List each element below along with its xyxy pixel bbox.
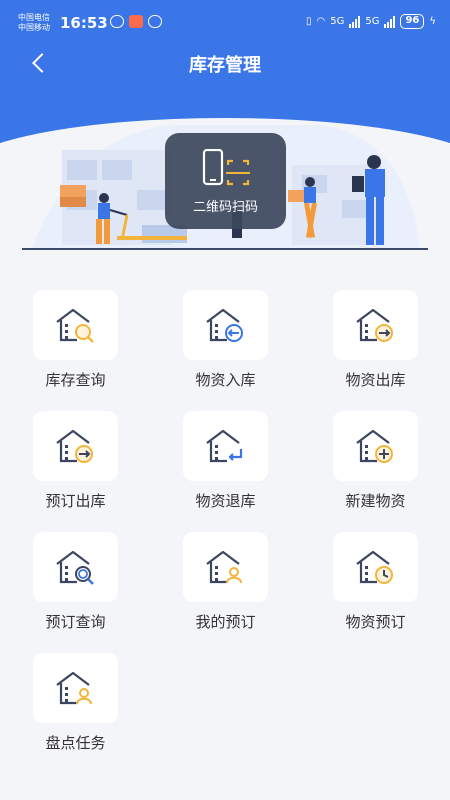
status-bar: 中国电信 中国移动 16:53 ▯ ◠ 5G 5G 96 ϟ <box>0 0 450 44</box>
menu-item-inventory-task[interactable]: 盘点任务 <box>20 653 140 753</box>
status-time: 16:53 <box>60 14 108 32</box>
warehouse-return-icon <box>206 429 243 463</box>
menu-item-label: 物资入库 <box>195 371 256 389</box>
carrier-line-1: 中国电信 <box>18 13 50 22</box>
menu-item-card[interactable] <box>333 532 418 602</box>
material-reserve-icon <box>356 550 393 584</box>
warehouse-outbound-icon <box>356 308 393 342</box>
qr-scan-label: 二维码扫码 <box>192 200 258 215</box>
my-reservation-icon <box>206 550 242 584</box>
menu-item-material-return[interactable]: 物资退库 <box>170 411 290 511</box>
menu-item-stock-query[interactable]: 库存查询 <box>20 290 140 390</box>
reserve-outbound-icon <box>56 429 93 463</box>
menu-item-material-reserve[interactable]: 物资预订 <box>320 532 440 632</box>
menu-item-card[interactable] <box>33 290 118 360</box>
menu-item-label: 物资出库 <box>345 371 406 389</box>
menu-item-card[interactable] <box>183 290 268 360</box>
network-5g-1: 5G <box>330 16 345 27</box>
warehouse-inbound-icon <box>206 308 243 342</box>
menu-item-reserve-outbound[interactable]: 预订出库 <box>20 411 140 511</box>
menu-item-card[interactable] <box>33 411 118 481</box>
vibrate-icon: ▯ <box>305 16 312 27</box>
charging-icon: ϟ <box>429 16 436 27</box>
menu-item-material-outbound[interactable]: 物资出库 <box>320 290 440 390</box>
menu-item-label: 我的预订 <box>195 613 256 631</box>
nav-bar: 库存管理 <box>0 44 450 80</box>
menu-item-card[interactable] <box>183 532 268 602</box>
menu-item-label: 预订查询 <box>45 613 106 631</box>
menu-item-label: 库存查询 <box>45 371 106 389</box>
menu-item-card[interactable] <box>183 411 268 481</box>
menu-item-new-material[interactable]: 新建物资 <box>320 411 440 511</box>
page-title: 库存管理 <box>189 55 261 76</box>
menu-item-card[interactable] <box>33 653 118 723</box>
wifi-icon: ◠ <box>316 16 326 27</box>
menu-item-my-reservation[interactable]: 我的预订 <box>170 532 290 632</box>
warehouse-add-icon <box>356 429 393 463</box>
menu-item-label: 物资退库 <box>195 492 256 510</box>
menu-item-reserve-query[interactable]: 预订查询 <box>20 532 140 632</box>
menu-item-label: 物资预订 <box>345 613 406 631</box>
eye-icon <box>110 15 124 28</box>
menu-item-card[interactable] <box>333 290 418 360</box>
wechat-icon <box>148 15 162 28</box>
signal-icon-2 <box>384 15 396 28</box>
qr-scan-button[interactable]: 二维码扫码 <box>165 133 286 229</box>
menu-item-card[interactable] <box>333 411 418 481</box>
network-5g-2: 5G <box>365 16 380 27</box>
heart-app-icon <box>129 15 143 28</box>
inventory-task-icon <box>56 671 92 705</box>
reserve-search-icon <box>56 550 94 585</box>
signal-icon-1 <box>349 15 361 28</box>
menu-item-label: 新建物资 <box>345 492 406 510</box>
menu-item-label: 盘点任务 <box>45 734 106 752</box>
menu-item-card[interactable] <box>33 532 118 602</box>
phone-scan-icon <box>202 149 250 186</box>
carrier-line-2: 中国移动 <box>18 23 50 32</box>
battery-icon: 96 <box>400 14 425 29</box>
warehouse-search-icon <box>56 308 94 343</box>
carrier-info: 中国电信 中国移动 <box>18 13 50 33</box>
menu-item-material-inbound[interactable]: 物资入库 <box>170 290 290 390</box>
menu-item-label: 预订出库 <box>45 492 106 510</box>
